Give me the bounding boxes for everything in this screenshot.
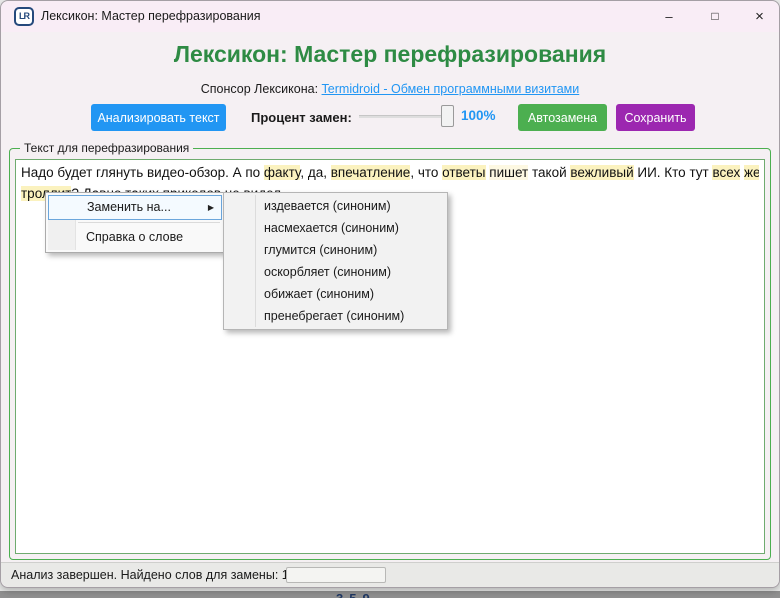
submenu-item[interactable]: оскорбляет (синоним) [224, 261, 447, 283]
app-logo-icon: LR [14, 7, 34, 26]
maximize-button[interactable]: □ [692, 1, 738, 32]
text-segment: Надо будет глянуть видео-обзор. А по [21, 165, 264, 180]
percent-slider-thumb[interactable] [441, 105, 454, 127]
progress-bar [286, 567, 386, 583]
background-window-strip: 359 [0, 591, 780, 598]
highlighted-word[interactable]: вежливый [570, 165, 633, 180]
groupbox-label: Текст для перефразирования [20, 141, 193, 155]
submenu-item[interactable]: глумится (синоним) [224, 239, 447, 261]
text-segment: ИИ. Кто тут [634, 165, 713, 180]
context-menu: Заменить на... ▶ Справка о слове [45, 192, 225, 253]
highlighted-word[interactable]: всех [712, 165, 740, 180]
sponsor-label: Спонсор Лексикона: [201, 82, 318, 96]
minimize-button[interactable]: – [646, 1, 692, 32]
highlighted-word[interactable]: ответы [442, 165, 485, 180]
close-button[interactable]: × [738, 1, 780, 32]
window-titlebar: LR Лексикон: Мастер перефразирования – □… [1, 1, 779, 32]
menu-item-label: Заменить на... [87, 200, 171, 214]
synonym-submenu: издевается (синоним)насмехается (синоним… [223, 192, 448, 330]
status-bar: Анализ завершен. Найдено слов для замены… [1, 562, 779, 587]
context-menu-item[interactable]: Справка о слове [48, 225, 222, 250]
submenu-item[interactable]: издевается (синоним) [224, 195, 447, 217]
text-segment: , да, [300, 165, 330, 180]
highlighted-word[interactable]: факту [264, 165, 300, 180]
menu-item-label: Справка о слове [86, 230, 183, 244]
percent-label: Процент замен: [251, 110, 352, 125]
percent-value: 100% [461, 108, 496, 123]
text-line: Надо будет глянуть видео-обзор. А по фак… [21, 162, 759, 183]
submenu-item[interactable]: обижает (синоним) [224, 283, 447, 305]
page-title: Лексикон: Мастер перефразирования [1, 41, 779, 68]
submenu-item[interactable]: пренебрегает (синоним) [224, 305, 447, 327]
menu-separator [78, 222, 220, 223]
percent-slider-track[interactable] [359, 115, 454, 118]
status-text: Анализ завершен. Найдено слов для замены… [11, 568, 296, 582]
context-menu-item[interactable]: Заменить на... ▶ [48, 195, 222, 220]
background-window-text: 359 [336, 591, 376, 598]
text-segment: , что [410, 165, 442, 180]
highlighted-word[interactable]: пишет [489, 165, 528, 180]
sponsor-line: Спонсор Лексикона: Termidroid - Обмен пр… [1, 82, 779, 96]
sponsor-link[interactable]: Termidroid - Обмен программными визитами [322, 82, 580, 96]
submenu-item[interactable]: насмехается (синоним) [224, 217, 447, 239]
text-segment: такой [528, 165, 570, 180]
submenu-arrow-icon: ▶ [208, 196, 214, 219]
highlighted-word[interactable]: впечатление [331, 165, 411, 180]
analyze-text-button[interactable]: Анализировать текст [91, 104, 226, 131]
autoreplace-button[interactable]: Автозамена [518, 104, 607, 131]
save-button[interactable]: Сохранить [616, 104, 695, 131]
window-title: Лексикон: Мастер перефразирования [41, 9, 261, 23]
highlighted-word[interactable]: жестко [744, 165, 759, 180]
